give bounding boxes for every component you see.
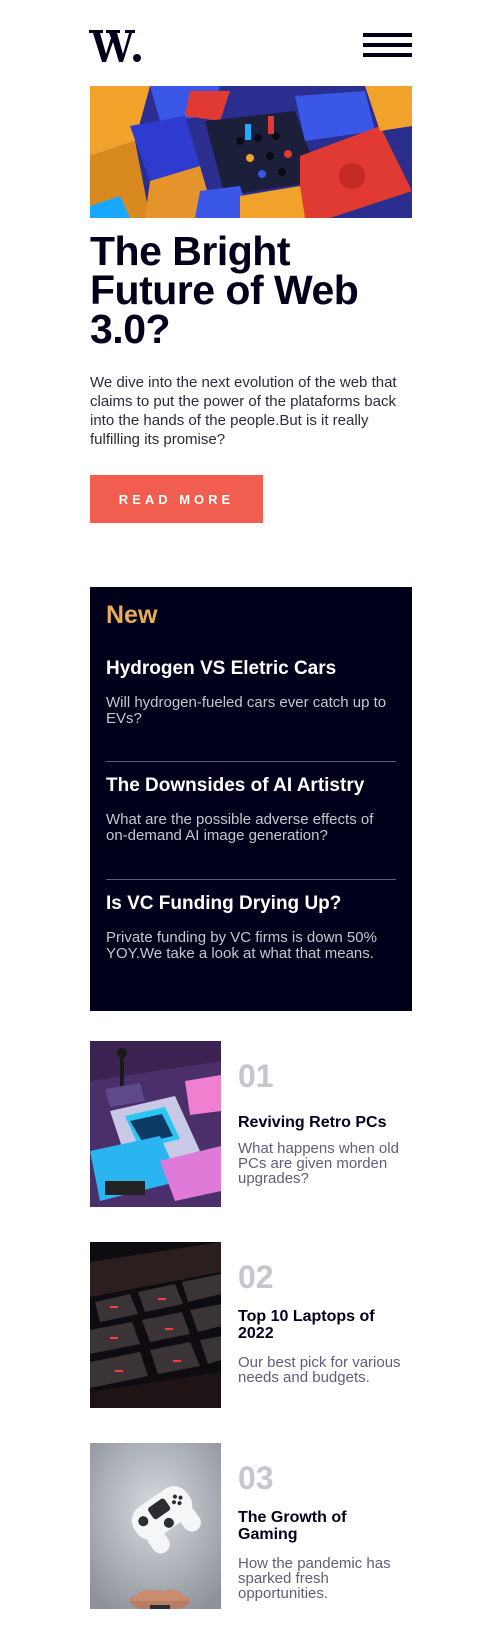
divider [106,879,396,880]
divider [106,761,396,762]
abstract-3d-blocks-image [90,86,412,218]
new-articles-panel: New Hydrogen VS Eletric Cars Will hydrog… [90,587,412,1011]
card-description: What happens when old PCs are given mord… [238,1140,399,1187]
laptop-keyboard-image[interactable] [90,1242,221,1408]
menu-line [363,33,412,37]
new-article-item: Hydrogen VS Eletric Cars Will hydrogen-f… [106,657,396,727]
article-card: 03 The Growth of Gaming How the pandemic… [90,1443,412,1609]
new-article-title[interactable]: Is VC Funding Drying Up? [106,892,396,916]
new-article-description: Will hydrogen-fueled cars ever catch up … [106,694,387,727]
article-card: 01 Reviving Retro PCs What happens when … [90,1041,412,1207]
card-description: Our best pick for various needs and budg… [238,1354,401,1386]
new-article-title[interactable]: Hydrogen VS Eletric Cars [106,657,396,681]
new-heading: New [106,601,158,629]
new-article-item: Is VC Funding Drying Up? Private funding… [106,892,396,962]
new-article-description: What are the possible adverse effects of… [106,811,374,844]
card-number: 03 [238,1460,274,1496]
new-article-item: The Downsides of AI Artistry What are th… [106,774,396,844]
card-description: How the pandemic has sparked fresh oppor… [238,1555,391,1602]
new-article-description: Private funding by VC firms is down 50% … [106,929,377,962]
gamepad-image[interactable] [90,1443,221,1609]
retro-pc-image[interactable] [90,1041,221,1207]
article-card: 02 Top 10 Laptops of 2022 Our best pick … [90,1242,412,1408]
hero-description: We dive into the next evolution of the w… [90,374,397,448]
card-title[interactable]: Reviving Retro PCs [238,1114,408,1131]
card-number: 02 [238,1259,274,1295]
w-logo-icon[interactable] [89,28,141,64]
menu-line [363,53,412,57]
hamburger-menu-icon[interactable] [363,33,412,59]
card-number: 01 [238,1058,274,1094]
new-article-title[interactable]: The Downsides of AI Artistry [106,774,396,798]
read-more-button[interactable]: READ MORE [90,475,263,523]
card-title[interactable]: The Growth of Gaming [238,1509,408,1543]
hero-title: The Bright Future of Web 3.0? [90,228,359,352]
menu-line [363,43,412,47]
card-title[interactable]: Top 10 Laptops of 2022 [238,1308,408,1342]
